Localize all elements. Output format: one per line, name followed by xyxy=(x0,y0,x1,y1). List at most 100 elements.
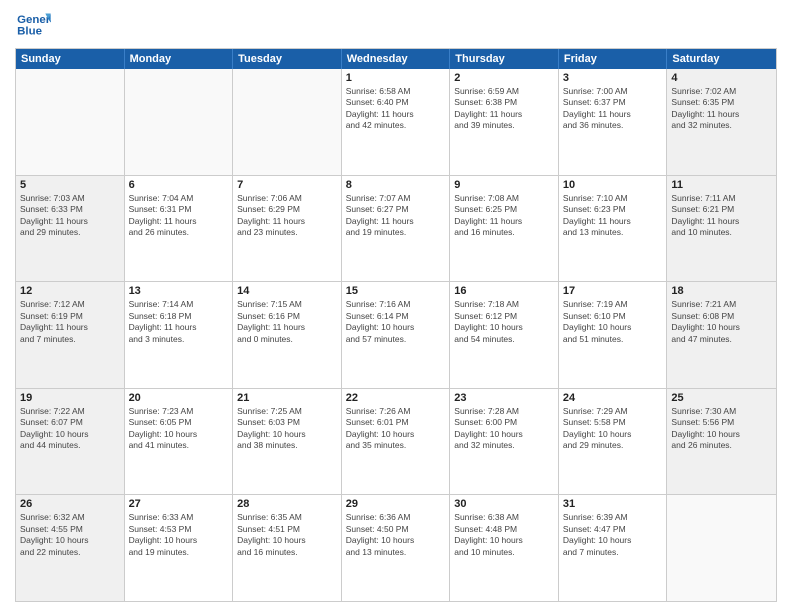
empty-cell xyxy=(125,69,234,175)
weekday-header-friday: Friday xyxy=(559,49,668,69)
day-cell-15: 15 Sunrise: 7:16 AM Sunset: 6:14 PM Dayli… xyxy=(342,282,451,388)
weekday-header-sunday: Sunday xyxy=(16,49,125,69)
day-cell-27: 27 Sunrise: 6:33 AM Sunset: 4:53 PM Dayli… xyxy=(125,495,234,601)
day-number: 9 xyxy=(454,179,554,191)
day-info: Sunrise: 6:32 AM Sunset: 4:55 PM Dayligh… xyxy=(20,512,120,558)
day-info: Sunrise: 7:16 AM Sunset: 6:14 PM Dayligh… xyxy=(346,299,446,345)
day-cell-3: 3Sunrise: 7:00 AM Sunset: 6:37 PM Daylig… xyxy=(559,69,668,175)
day-cell-6: 6Sunrise: 7:04 AM Sunset: 6:31 PM Daylig… xyxy=(125,176,234,282)
calendar-week-2: 5 Sunrise: 7:03 AM Sunset: 6:33 PM Daylig… xyxy=(16,175,776,282)
day-number: 31 xyxy=(563,498,663,510)
day-number: 29 xyxy=(346,498,446,510)
day-info: Sunrise: 7:12 AM Sunset: 6:19 PM Dayligh… xyxy=(20,299,120,345)
day-number: 26 xyxy=(20,498,120,510)
day-info: Sunrise: 6:39 AM Sunset: 4:47 PM Dayligh… xyxy=(563,512,663,558)
day-cell-23: 23Sunrise: 7:28 AM Sunset: 6:00 PM Dayli… xyxy=(450,389,559,495)
day-info: Sunrise: 7:14 AM Sunset: 6:18 PM Dayligh… xyxy=(129,299,229,345)
day-number: 21 xyxy=(237,392,337,404)
day-cell-1: 1 Sunrise: 6:58 AM Sunset: 6:40 PM Daylig… xyxy=(342,69,451,175)
day-info: Sunrise: 7:03 AM Sunset: 6:33 PM Dayligh… xyxy=(20,193,120,239)
empty-cell xyxy=(233,69,342,175)
day-cell-17: 17 Sunrise: 7:19 AM Sunset: 6:10 PM Dayli… xyxy=(559,282,668,388)
day-info: Sunrise: 7:21 AM Sunset: 6:08 PM Dayligh… xyxy=(671,299,772,345)
calendar: SundayMondayTuesdayWednesdayThursdayFrid… xyxy=(15,48,777,602)
day-number: 12 xyxy=(20,285,120,297)
day-cell-25: 25Sunrise: 7:30 AM Sunset: 5:56 PM Dayli… xyxy=(667,389,776,495)
day-info: Sunrise: 7:23 AM Sunset: 6:05 PM Dayligh… xyxy=(129,406,229,452)
day-info: Sunrise: 6:58 AM Sunset: 6:40 PM Dayligh… xyxy=(346,86,446,132)
day-number: 6 xyxy=(129,179,229,191)
day-info: Sunrise: 6:59 AM Sunset: 6:38 PM Dayligh… xyxy=(454,86,554,132)
day-cell-19: 19 Sunrise: 7:22 AM Sunset: 6:07 PM Dayli… xyxy=(16,389,125,495)
day-cell-2: 2 Sunrise: 6:59 AM Sunset: 6:38 PM Daylig… xyxy=(450,69,559,175)
day-cell-10: 10 Sunrise: 7:10 AM Sunset: 6:23 PM Dayli… xyxy=(559,176,668,282)
day-number: 22 xyxy=(346,392,446,404)
day-cell-29: 29 Sunrise: 6:36 AM Sunset: 4:50 PM Dayli… xyxy=(342,495,451,601)
day-info: Sunrise: 7:18 AM Sunset: 6:12 PM Dayligh… xyxy=(454,299,554,345)
day-cell-9: 9 Sunrise: 7:08 AM Sunset: 6:25 PM Daylig… xyxy=(450,176,559,282)
day-cell-31: 31 Sunrise: 6:39 AM Sunset: 4:47 PM Dayli… xyxy=(559,495,668,601)
day-cell-5: 5 Sunrise: 7:03 AM Sunset: 6:33 PM Daylig… xyxy=(16,176,125,282)
day-info: Sunrise: 6:38 AM Sunset: 4:48 PM Dayligh… xyxy=(454,512,554,558)
day-number: 13 xyxy=(129,285,229,297)
day-number: 18 xyxy=(671,285,772,297)
day-info: Sunrise: 7:26 AM Sunset: 6:01 PM Dayligh… xyxy=(346,406,446,452)
day-number: 23 xyxy=(454,392,554,404)
weekday-header-saturday: Saturday xyxy=(667,49,776,69)
day-info: Sunrise: 7:25 AM Sunset: 6:03 PM Dayligh… xyxy=(237,406,337,452)
day-number: 2 xyxy=(454,72,554,84)
day-number: 7 xyxy=(237,179,337,191)
day-number: 1 xyxy=(346,72,446,84)
day-cell-7: 7 Sunrise: 7:06 AM Sunset: 6:29 PM Daylig… xyxy=(233,176,342,282)
day-number: 4 xyxy=(671,72,772,84)
day-number: 14 xyxy=(237,285,337,297)
day-info: Sunrise: 7:00 AM Sunset: 6:37 PM Dayligh… xyxy=(563,86,663,132)
day-cell-16: 16Sunrise: 7:18 AM Sunset: 6:12 PM Dayli… xyxy=(450,282,559,388)
day-cell-26: 26 Sunrise: 6:32 AM Sunset: 4:55 PM Dayli… xyxy=(16,495,125,601)
day-cell-11: 11Sunrise: 7:11 AM Sunset: 6:21 PM Dayli… xyxy=(667,176,776,282)
day-info: Sunrise: 7:10 AM Sunset: 6:23 PM Dayligh… xyxy=(563,193,663,239)
day-number: 27 xyxy=(129,498,229,510)
calendar-body: 1 Sunrise: 6:58 AM Sunset: 6:40 PM Daylig… xyxy=(16,69,776,601)
weekday-header-wednesday: Wednesday xyxy=(342,49,451,69)
day-info: Sunrise: 7:06 AM Sunset: 6:29 PM Dayligh… xyxy=(237,193,337,239)
day-number: 28 xyxy=(237,498,337,510)
day-info: Sunrise: 6:33 AM Sunset: 4:53 PM Dayligh… xyxy=(129,512,229,558)
day-info: Sunrise: 7:19 AM Sunset: 6:10 PM Dayligh… xyxy=(563,299,663,345)
page: General Blue SundayMondayTuesdayWednesda… xyxy=(0,0,792,612)
calendar-week-5: 26 Sunrise: 6:32 AM Sunset: 4:55 PM Dayli… xyxy=(16,494,776,601)
day-info: Sunrise: 7:15 AM Sunset: 6:16 PM Dayligh… xyxy=(237,299,337,345)
day-info: Sunrise: 6:35 AM Sunset: 4:51 PM Dayligh… xyxy=(237,512,337,558)
calendar-week-1: 1 Sunrise: 6:58 AM Sunset: 6:40 PM Daylig… xyxy=(16,69,776,175)
day-cell-21: 21 Sunrise: 7:25 AM Sunset: 6:03 PM Dayli… xyxy=(233,389,342,495)
day-number: 8 xyxy=(346,179,446,191)
day-number: 10 xyxy=(563,179,663,191)
day-cell-24: 24 Sunrise: 7:29 AM Sunset: 5:58 PM Dayli… xyxy=(559,389,668,495)
empty-cell xyxy=(667,495,776,601)
weekday-header-monday: Monday xyxy=(125,49,234,69)
weekday-header-tuesday: Tuesday xyxy=(233,49,342,69)
day-info: Sunrise: 7:11 AM Sunset: 6:21 PM Dayligh… xyxy=(671,193,772,239)
day-cell-12: 12 Sunrise: 7:12 AM Sunset: 6:19 PM Dayli… xyxy=(16,282,125,388)
day-cell-28: 28 Sunrise: 6:35 AM Sunset: 4:51 PM Dayli… xyxy=(233,495,342,601)
empty-cell xyxy=(16,69,125,175)
weekday-header-thursday: Thursday xyxy=(450,49,559,69)
day-cell-30: 30 Sunrise: 6:38 AM Sunset: 4:48 PM Dayli… xyxy=(450,495,559,601)
day-number: 24 xyxy=(563,392,663,404)
day-number: 5 xyxy=(20,179,120,191)
day-number: 19 xyxy=(20,392,120,404)
day-info: Sunrise: 7:30 AM Sunset: 5:56 PM Dayligh… xyxy=(671,406,772,452)
day-cell-14: 14 Sunrise: 7:15 AM Sunset: 6:16 PM Dayli… xyxy=(233,282,342,388)
day-number: 15 xyxy=(346,285,446,297)
day-info: Sunrise: 7:02 AM Sunset: 6:35 PM Dayligh… xyxy=(671,86,772,132)
day-info: Sunrise: 7:22 AM Sunset: 6:07 PM Dayligh… xyxy=(20,406,120,452)
day-info: Sunrise: 7:08 AM Sunset: 6:25 PM Dayligh… xyxy=(454,193,554,239)
day-info: Sunrise: 7:29 AM Sunset: 5:58 PM Dayligh… xyxy=(563,406,663,452)
calendar-header: SundayMondayTuesdayWednesdayThursdayFrid… xyxy=(16,49,776,69)
day-number: 30 xyxy=(454,498,554,510)
day-info: Sunrise: 7:07 AM Sunset: 6:27 PM Dayligh… xyxy=(346,193,446,239)
day-cell-18: 18 Sunrise: 7:21 AM Sunset: 6:08 PM Dayli… xyxy=(667,282,776,388)
day-number: 17 xyxy=(563,285,663,297)
day-info: Sunrise: 6:36 AM Sunset: 4:50 PM Dayligh… xyxy=(346,512,446,558)
day-cell-22: 22 Sunrise: 7:26 AM Sunset: 6:01 PM Dayli… xyxy=(342,389,451,495)
